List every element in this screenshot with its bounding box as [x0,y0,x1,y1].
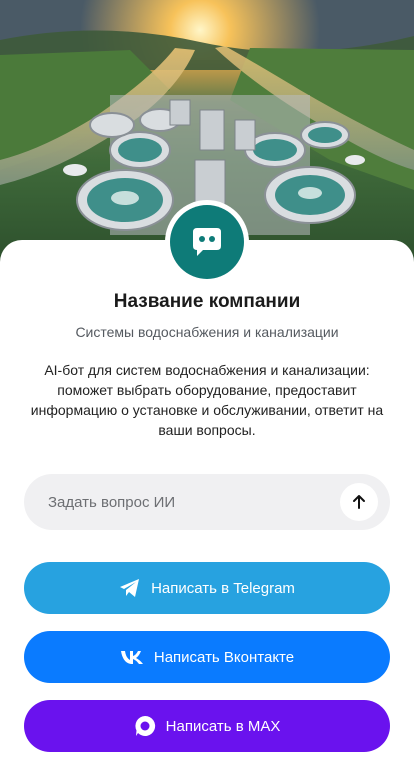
ask-ai-input[interactable] [48,493,340,511]
chat-bubble-icon [193,228,221,256]
vk-icon [120,649,144,665]
vk-button-label: Написать Вконтакте [153,648,295,666]
vk-button[interactable]: Написать Вконтакте [24,631,390,683]
arrow-up-icon [353,495,365,509]
company-name: Название компании [113,291,301,312]
send-button[interactable] [340,483,378,521]
max-button-label: Написать в MAX [165,717,281,735]
ask-ai-box[interactable] [24,474,390,530]
telegram-button-label: Написать в Telegram [151,579,295,597]
max-button[interactable]: Написать в MAX [24,700,390,752]
telegram-icon [119,578,141,598]
max-icon [134,715,156,737]
telegram-button[interactable]: Написать в Telegram [24,562,390,614]
company-description: AI-бот для систем водоснабжения и канали… [30,362,384,438]
avatar-circle [170,205,244,279]
avatar [165,200,249,284]
company-subtitle: Системы водоснабжения и канализации [75,324,339,340]
